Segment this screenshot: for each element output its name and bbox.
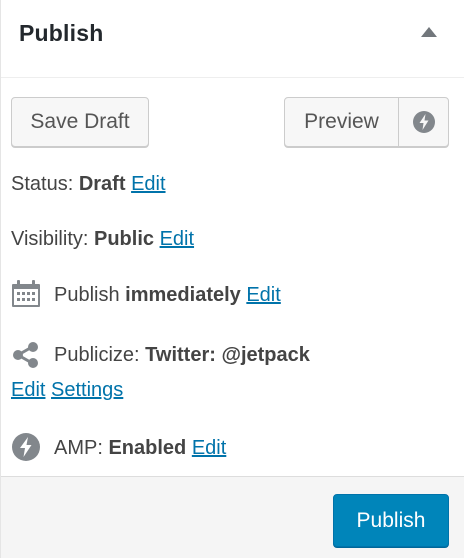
publicize-label: Publicize: <box>54 344 140 366</box>
status-edit-link[interactable]: Edit <box>131 173 165 195</box>
panel-title: Publish <box>19 20 104 46</box>
amp-preview-button[interactable] <box>398 97 449 147</box>
visibility-label: Visibility: <box>11 228 89 250</box>
publish-panel: Publish Save Draft Preview Status: Draft… <box>0 0 464 558</box>
status-value: Draft <box>78 173 126 195</box>
visibility-value: Public <box>94 228 155 250</box>
panel-header[interactable]: Publish <box>1 0 464 78</box>
lightning-bolt-icon <box>12 433 40 461</box>
save-draft-button[interactable]: Save Draft <box>11 97 149 147</box>
schedule-value: immediately <box>125 284 241 306</box>
publicize-settings-link[interactable]: Settings <box>51 379 123 401</box>
amp-edit-link[interactable]: Edit <box>192 437 226 459</box>
lightning-bolt-icon <box>413 111 435 133</box>
triangle-up-icon[interactable] <box>421 27 437 37</box>
publicize-value: Twitter: @jetpack <box>145 344 310 366</box>
visibility-edit-link[interactable]: Edit <box>160 228 194 250</box>
publicize-links: Edit Settings <box>11 379 123 402</box>
preview-button[interactable]: Preview <box>284 97 399 147</box>
schedule-row: Publish immediately Edit <box>54 284 281 307</box>
amp-label: AMP: <box>54 437 103 459</box>
visibility-row: Visibility: Public Edit <box>11 228 194 251</box>
status-label: Status: <box>11 173 74 195</box>
publish-button[interactable]: Publish <box>333 494 449 547</box>
calendar-icon <box>12 280 40 307</box>
schedule-edit-link[interactable]: Edit <box>246 284 280 306</box>
schedule-label: Publish <box>54 284 120 306</box>
amp-value: Enabled <box>108 437 187 459</box>
publicize-row: Publicize: Twitter: @jetpack <box>54 344 310 367</box>
publicize-edit-link[interactable]: Edit <box>11 379 45 401</box>
share-icon <box>13 342 38 368</box>
amp-row: AMP: Enabled Edit <box>54 437 226 460</box>
status-row: Status: Draft Edit <box>11 173 166 196</box>
